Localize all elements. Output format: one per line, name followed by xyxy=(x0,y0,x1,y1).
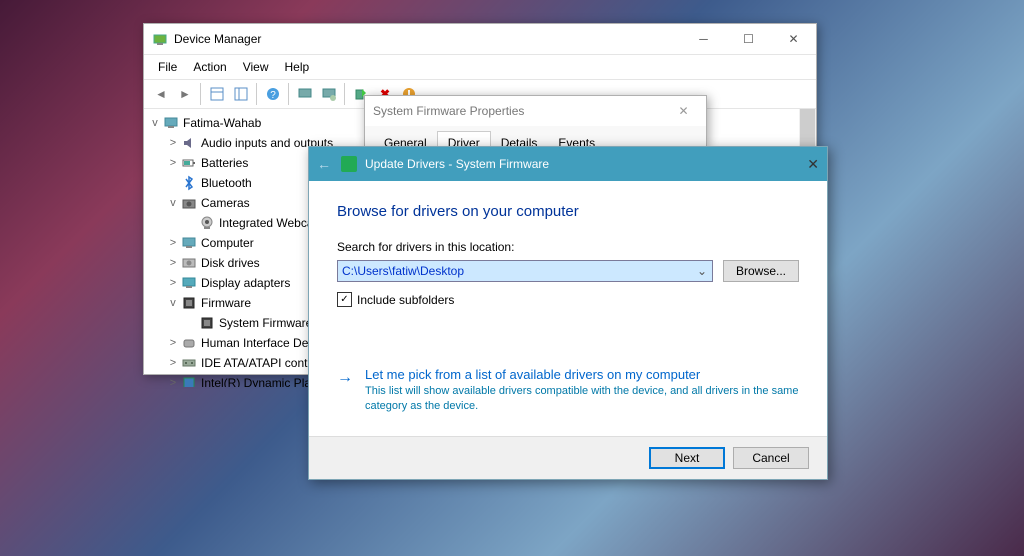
tool-icon[interactable] xyxy=(230,83,252,105)
battery-icon xyxy=(180,154,198,172)
tree-label: Fatima-Wahab xyxy=(183,113,261,133)
search-label: Search for drivers in this location: xyxy=(337,240,799,254)
chevron-down-icon[interactable]: ⌄ xyxy=(694,263,710,279)
option-description: This list will show available drivers co… xyxy=(365,384,799,414)
monitor-icon[interactable] xyxy=(294,83,316,105)
tree-label: System Firmware xyxy=(219,313,312,333)
checkbox-icon: ✓ xyxy=(337,292,352,307)
minimize-button[interactable]: ─ xyxy=(681,24,726,54)
titlebar: System Firmware Properties ✕ xyxy=(365,96,706,126)
arrow-right-icon: → xyxy=(337,369,353,414)
close-button[interactable]: ✕ xyxy=(779,156,819,173)
wizard-footer: Next Cancel xyxy=(309,436,827,479)
tool-icon[interactable] xyxy=(206,83,228,105)
menu-help[interactable]: Help xyxy=(277,57,318,77)
back-icon[interactable]: ◄ xyxy=(150,83,172,105)
titlebar: Device Manager ─ ☐ ✕ xyxy=(144,24,816,55)
webcam-icon xyxy=(198,214,216,232)
monitor-icon[interactable] xyxy=(318,83,340,105)
cancel-button[interactable]: Cancel xyxy=(733,447,809,469)
app-icon xyxy=(152,31,168,47)
wizard-heading: Browse for drivers on your computer xyxy=(337,203,799,220)
pick-from-list-option[interactable]: → Let me pick from a list of available d… xyxy=(337,367,799,414)
wizard-title: Update Drivers - System Firmware xyxy=(365,157,779,171)
tree-label: Disk drives xyxy=(201,253,260,273)
hid-icon xyxy=(180,334,198,352)
forward-icon[interactable]: ► xyxy=(174,83,196,105)
tree-label: Batteries xyxy=(201,153,248,173)
menu-action[interactable]: Action xyxy=(185,57,234,77)
window-title: Device Manager xyxy=(174,32,681,46)
firmware-icon xyxy=(180,294,198,312)
ide-icon xyxy=(180,354,198,372)
option-title: Let me pick from a list of available dri… xyxy=(365,367,799,382)
checkbox-label: Include subfolders xyxy=(357,293,454,307)
computer-icon xyxy=(180,234,198,252)
camera-icon xyxy=(180,194,198,212)
tree-label: Firmware xyxy=(201,293,251,313)
firmware-icon xyxy=(198,314,216,332)
close-button[interactable]: ✕ xyxy=(661,96,706,126)
svg-text:?: ? xyxy=(270,90,276,101)
maximize-button[interactable]: ☐ xyxy=(726,24,771,54)
driver-icon xyxy=(341,156,357,172)
update-drivers-wizard: ← Update Drivers - System Firmware ✕ Bro… xyxy=(308,146,828,480)
wizard-titlebar: ← Update Drivers - System Firmware ✕ xyxy=(309,147,827,181)
tree-label: Computer xyxy=(201,233,254,253)
disk-icon xyxy=(180,254,198,272)
menu-file[interactable]: File xyxy=(150,57,185,77)
properties-title: System Firmware Properties xyxy=(373,104,661,118)
close-button[interactable]: ✕ xyxy=(771,24,816,54)
display-icon xyxy=(180,274,198,292)
path-input[interactable] xyxy=(337,260,713,282)
next-button[interactable]: Next xyxy=(649,447,725,469)
help-icon[interactable]: ? xyxy=(262,83,284,105)
tree-label: Bluetooth xyxy=(201,173,252,193)
back-icon[interactable]: ← xyxy=(317,156,331,172)
menubar: File Action View Help xyxy=(144,55,816,79)
intel-icon xyxy=(180,374,198,387)
menu-view[interactable]: View xyxy=(235,57,277,77)
tree-label: Cameras xyxy=(201,193,250,213)
audio-icon xyxy=(180,134,198,152)
browse-button[interactable]: Browse... xyxy=(723,260,799,282)
bluetooth-icon xyxy=(180,174,198,192)
properties-window: System Firmware Properties ✕ General Dri… xyxy=(364,95,707,147)
path-combobox[interactable]: ⌄ xyxy=(337,260,713,282)
tree-label: Display adapters xyxy=(201,273,290,293)
include-subfolders-checkbox[interactable]: ✓ Include subfolders xyxy=(337,292,799,307)
